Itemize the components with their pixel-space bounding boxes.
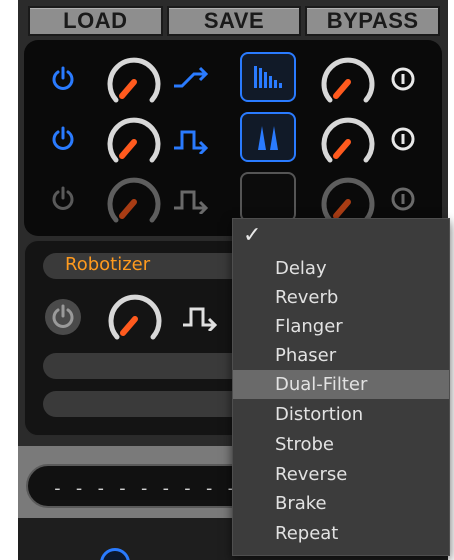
power-icon[interactable] <box>50 66 76 92</box>
pulse-icon[interactable] <box>181 301 217 331</box>
check-icon: ✓ <box>243 223 262 248</box>
slot-power-button[interactable] <box>45 299 81 335</box>
toolbar: LOAD SAVE BYPASS <box>28 6 441 36</box>
menu-item[interactable]: Flanger <box>233 312 449 341</box>
gain-knob[interactable] <box>102 172 166 228</box>
effect-row <box>24 50 442 108</box>
menu-item[interactable]: Dual-Filter <box>233 370 449 399</box>
effect-row <box>24 110 442 168</box>
bypass-button[interactable]: BYPASS <box>305 6 441 36</box>
effect-selector[interactable] <box>240 112 296 162</box>
effect-selector[interactable] <box>240 52 296 102</box>
menu-item[interactable]: Phaser <box>233 341 449 370</box>
menu-item[interactable]: Reverse <box>233 460 449 489</box>
slot-name: Robotizer <box>65 254 151 275</box>
slot-knob[interactable] <box>103 289 167 345</box>
spectrum-bars-icon <box>254 66 282 88</box>
power-icon <box>52 304 74 328</box>
gain-knob[interactable] <box>102 112 166 168</box>
gain-knob[interactable] <box>102 52 166 108</box>
ramp-icon[interactable] <box>172 64 208 94</box>
menu-item[interactable]: Delay <box>233 254 449 283</box>
info-icon[interactable] <box>390 66 416 92</box>
menu-item[interactable]: Brake <box>233 489 449 518</box>
dual-peak-icon <box>250 126 286 150</box>
menu-item[interactable]: Distortion <box>233 400 449 429</box>
mix-knob[interactable] <box>316 52 380 108</box>
menu-item[interactable]: Repeat <box>233 519 449 548</box>
effect-selector[interactable] <box>240 172 296 222</box>
effects-grid <box>24 40 442 236</box>
menu-item[interactable]: Strobe <box>233 430 449 459</box>
save-button[interactable]: SAVE <box>166 6 302 36</box>
power-icon[interactable] <box>50 126 76 152</box>
info-icon[interactable] <box>390 126 416 152</box>
load-button[interactable]: LOAD <box>28 6 163 36</box>
pulse-icon[interactable] <box>172 124 208 154</box>
power-icon[interactable] <box>50 186 76 212</box>
pulse-icon[interactable] <box>172 184 208 214</box>
info-icon[interactable] <box>390 186 416 212</box>
footer-dial[interactable] <box>100 548 130 560</box>
mix-knob[interactable] <box>316 112 380 168</box>
menu-item[interactable]: Reverb <box>233 283 449 312</box>
effect-dropdown-menu: ✓ Delay Reverb Flanger Phaser Dual-Filte… <box>232 218 450 556</box>
